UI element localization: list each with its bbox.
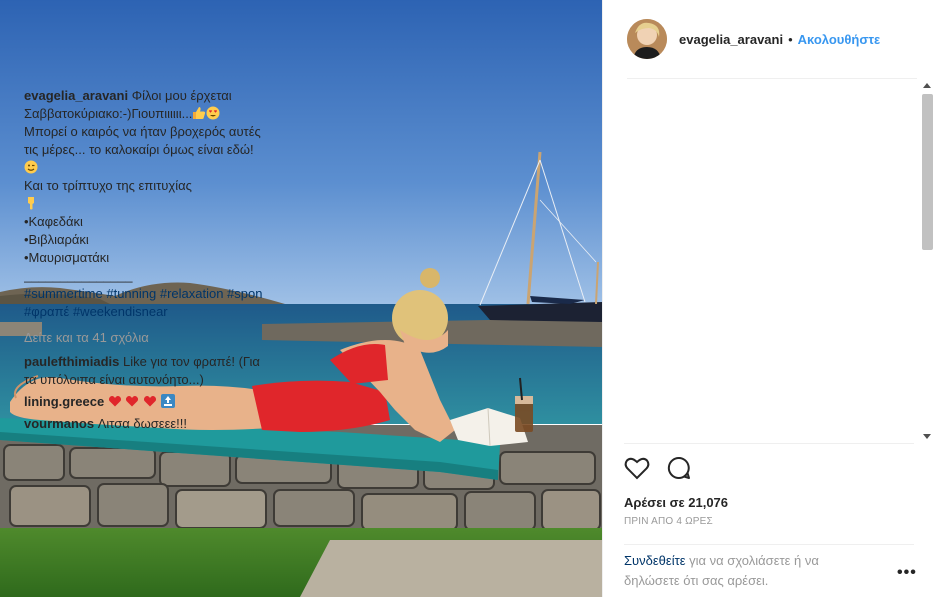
caption-line: Σαββατοκύριακο:-)Γιουπιιιιιι... (24, 106, 193, 121)
thumbs-up-emoji (192, 106, 206, 120)
caption-line: Μπορεί ο καιρός να ήταν βροχερός αυτές (24, 124, 261, 139)
red-heart-emoji (143, 394, 157, 408)
separator-dot: • (788, 31, 793, 47)
login-prompt: Συνδεθείτε για να σχολιάσετε ή να δηλώσε… (624, 544, 914, 592)
hashtags[interactable]: #φραπέ #weekendisnear (24, 303, 318, 321)
heart-eyes-emoji (206, 106, 220, 120)
scroll-down-arrow-icon[interactable] (923, 434, 931, 439)
comment-item: paulefthimiadis Like για τον φραπέ! (Για… (24, 353, 318, 389)
scrollbar-thumb[interactable] (922, 94, 933, 250)
caption-list-item: •Μαυρισματάκι (24, 250, 110, 265)
view-all-comments-link[interactable]: Δείτε και τα 41 σχόλια (24, 329, 318, 349)
caption-line: Φίλοι μου έρχεται (131, 88, 232, 103)
caption-line: τις μέρες... το καλοκαίρι όμως είναι εδώ… (24, 142, 254, 157)
red-heart-emoji (108, 394, 122, 408)
post-header: evagelia_aravani • Ακολουθήστε (603, 0, 938, 79)
more-options-button[interactable]: ••• (897, 565, 917, 581)
avatar[interactable] (627, 19, 667, 59)
post-username[interactable]: evagelia_aravani (679, 32, 783, 47)
login-text: για να σχολιάσετε ή να (689, 553, 819, 568)
comment-text: τα υπόλοιπα είναι αυτονόητο...) (24, 372, 204, 387)
comment-text: Λιτσα δωσεεε!!! (97, 416, 188, 431)
comment-username[interactable]: lining.greece (24, 394, 104, 409)
likes-count[interactable]: Αρέσει σε 21,076 (624, 495, 914, 510)
caption-username[interactable]: evagelia_aravani (24, 88, 128, 103)
comment-item: lining.greece (24, 393, 318, 411)
hashtags[interactable]: #summertime #tunning #relaxation #spon (24, 285, 318, 303)
caption-list-item: •Βιβλιαράκι (24, 232, 89, 247)
comments-scrollbar[interactable] (920, 80, 935, 442)
login-link[interactable]: Συνδεθείτε (624, 553, 686, 568)
comment-username[interactable]: paulefthimiadis (24, 354, 119, 369)
login-text: δηλώσετε ότι σας αρέσει. (624, 573, 769, 588)
comment-username[interactable]: vourmanos (24, 416, 94, 431)
caption-line: Και το τρίπτυχο της επιτυχίας (24, 178, 192, 193)
follow-button[interactable]: Ακολουθήστε (798, 32, 881, 47)
top-arrow-emoji (160, 394, 175, 408)
caption-list-item: •Καφεδάκι (24, 214, 83, 229)
post-caption: evagelia_aravani Φίλοι μου έρχεται Σαββα… (24, 87, 318, 321)
point-down-emoji (24, 196, 38, 210)
red-heart-emoji (125, 394, 139, 408)
comment-item: vourmanos Λιτσα δωσεεε!!! (24, 415, 318, 433)
wink-emoji (24, 160, 38, 174)
caption-rule: _______________ (24, 268, 133, 283)
speech-bubble-icon[interactable] (664, 453, 694, 483)
comments-list[interactable]: evagelia_aravani Φίλοι μου έρχεται Σαββα… (24, 87, 318, 442)
scroll-up-arrow-icon[interactable] (923, 83, 931, 88)
post-timestamp: ΠΡΙΝ ΑΠΟ 4 ΩΡΕΣ (624, 516, 713, 527)
heart-outline-icon[interactable] (622, 453, 652, 483)
comment-text: Like για τον φραπέ! (Για (122, 354, 260, 369)
